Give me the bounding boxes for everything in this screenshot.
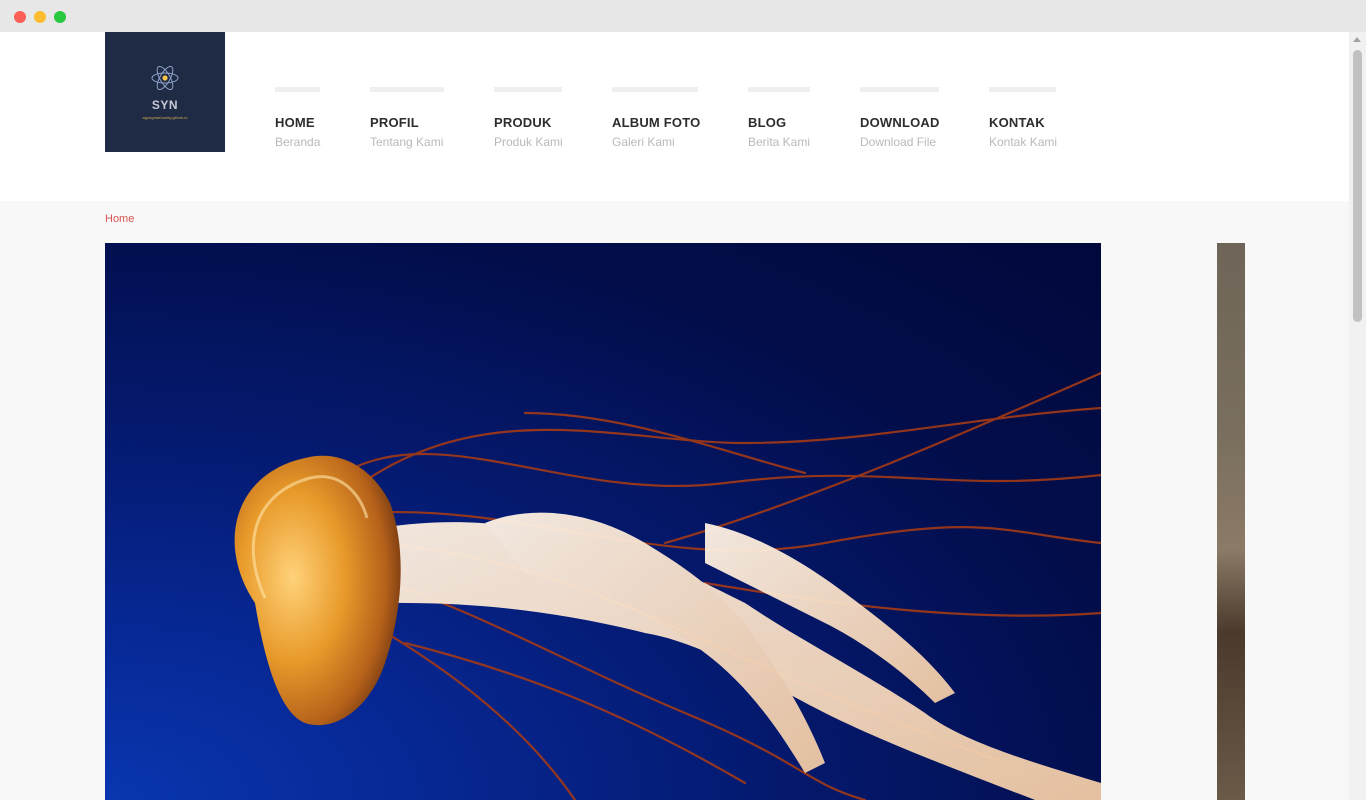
nav-item-profil[interactable]: PROFIL Tentang Kami <box>370 87 444 149</box>
jellyfish-image <box>234 371 1101 800</box>
nav-item-album-foto[interactable]: ALBUM FOTO Galeri Kami <box>612 87 701 149</box>
nav-title: PROFIL <box>370 115 419 130</box>
nav-item-produk[interactable]: PRODUK Produk Kami <box>494 87 563 149</box>
nav-title: PRODUK <box>494 115 552 130</box>
nav-indicator <box>748 87 810 92</box>
nav-title: KONTAK <box>989 115 1045 130</box>
close-window-button[interactable] <box>14 11 26 23</box>
vertical-scrollbar[interactable] <box>1349 32 1366 800</box>
nav-indicator <box>612 87 698 92</box>
site-header: SYN agungmartowisy.github.io HOME Berand… <box>0 32 1349 201</box>
nav-title: BLOG <box>748 115 787 130</box>
nav-indicator <box>275 87 320 92</box>
nav-subtitle: Download File <box>860 135 937 149</box>
scrollbar-thumb[interactable] <box>1353 50 1362 322</box>
main-nav: HOME Beranda PROFIL Tentang Kami PRODUK … <box>0 32 1349 201</box>
nav-item-kontak[interactable]: KONTAK Kontak Kami <box>989 87 1058 149</box>
nav-subtitle: Berita Kami <box>748 135 811 149</box>
window-titlebar <box>0 0 1366 32</box>
nav-item-home[interactable]: HOME Beranda <box>275 87 320 149</box>
nav-indicator <box>370 87 444 92</box>
nav-item-download[interactable]: DOWNLOAD Download File <box>860 87 939 149</box>
nav-subtitle: Produk Kami <box>494 135 563 149</box>
nav-indicator <box>860 87 939 92</box>
slider-main-image[interactable] <box>105 243 1101 800</box>
nav-title: HOME <box>275 115 315 130</box>
nav-subtitle: Beranda <box>275 135 321 149</box>
nav-title: DOWNLOAD <box>860 115 940 130</box>
nav-indicator <box>989 87 1056 92</box>
nav-subtitle: Galeri Kami <box>612 135 675 149</box>
nav-title: ALBUM FOTO <box>612 115 701 130</box>
breadcrumb-home[interactable]: Home <box>105 213 134 225</box>
minimize-window-button[interactable] <box>34 11 46 23</box>
slider-next-image[interactable] <box>1217 243 1245 800</box>
nav-item-blog[interactable]: BLOG Berita Kami <box>748 87 810 149</box>
nav-indicator <box>494 87 562 92</box>
page-viewport: SYN agungmartowisy.github.io HOME Berand… <box>0 32 1349 800</box>
nav-subtitle: Kontak Kami <box>989 135 1058 149</box>
scroll-up-arrow-icon[interactable] <box>1353 37 1361 42</box>
nav-subtitle: Tentang Kami <box>370 135 444 149</box>
maximize-window-button[interactable] <box>54 11 66 23</box>
